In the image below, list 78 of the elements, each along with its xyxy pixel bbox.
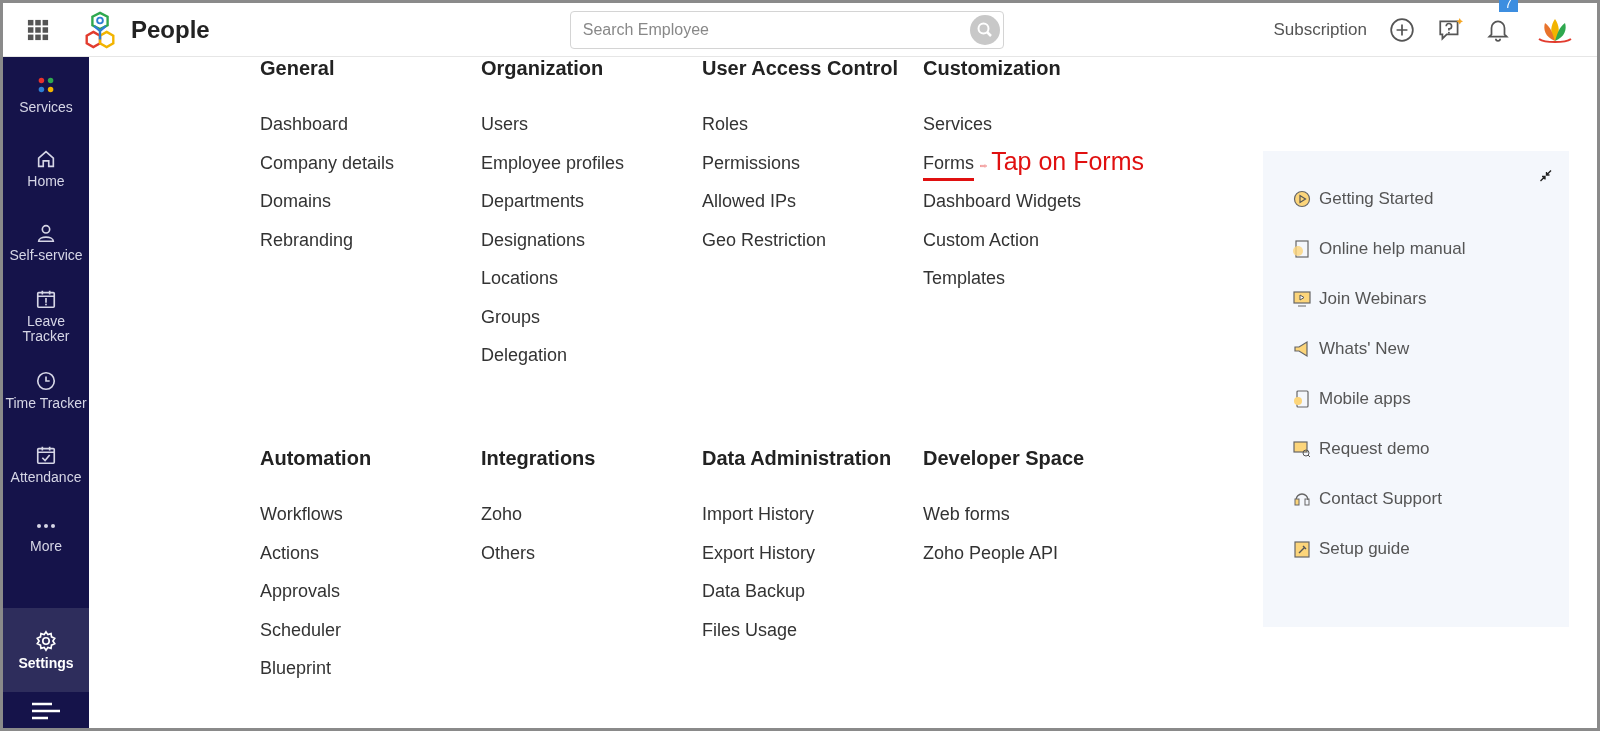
sidebar-item[interactable]: Time Tracker <box>3 353 89 427</box>
settings-link[interactable]: Data Backup <box>702 581 806 602</box>
settings-link[interactable]: Services <box>923 114 993 135</box>
settings-link[interactable]: Web forms <box>923 504 1010 525</box>
sidebar-item[interactable]: Self-service <box>3 205 89 279</box>
help-link[interactable]: Contact Support <box>1319 489 1442 509</box>
app-title: People <box>131 15 210 44</box>
annotation-text: Tap on Forms <box>991 146 1144 176</box>
help-link[interactable]: Setup guide <box>1319 539 1410 559</box>
calendar-alert-icon <box>35 288 57 310</box>
settings-link[interactable]: Dashboard Widgets <box>923 191 1082 212</box>
section-heading: Organization <box>481 57 605 80</box>
help-link[interactable]: Mobile apps <box>1319 389 1411 409</box>
sidebar-item[interactable]: More <box>3 501 89 575</box>
settings-link[interactable]: Employee profiles <box>481 152 625 174</box>
sidebar-item[interactable]: Settings <box>3 608 89 692</box>
settings-link[interactable]: Templates <box>923 268 1006 289</box>
settings-link[interactable]: Designations <box>481 229 586 251</box>
book-icon <box>1293 240 1311 258</box>
settings-link[interactable]: Dashboard <box>260 114 349 135</box>
settings-link[interactable]: Delegation <box>481 345 568 366</box>
settings-link[interactable]: Groups <box>481 306 541 328</box>
section-heading: Customization <box>923 57 1062 80</box>
add-icon[interactable] <box>1389 16 1415 43</box>
help-link[interactable]: Request demo <box>1319 439 1430 459</box>
search-field[interactable]: Search Employee <box>569 10 1004 49</box>
sidebar-item[interactable]: Home <box>3 131 89 205</box>
settings-link[interactable]: Users <box>481 114 528 135</box>
settings-link[interactable]: Rebranding <box>260 229 354 251</box>
headset-icon <box>1293 490 1311 508</box>
settings-link[interactable]: Company details <box>260 152 395 174</box>
help-link[interactable]: Join Webinars <box>1319 289 1427 309</box>
settings-link[interactable]: Forms <box>923 152 974 181</box>
subscription-link[interactable]: Subscription <box>1273 19 1367 40</box>
settings-link[interactable]: Departments <box>481 191 585 212</box>
help-link[interactable]: Online help manual <box>1319 239 1466 259</box>
settings-link[interactable]: Workflows <box>260 504 343 525</box>
settings-link[interactable]: Permissions <box>702 152 801 174</box>
settings-link[interactable]: Geo Restriction <box>702 229 827 251</box>
settings-link[interactable]: Import History <box>702 504 815 525</box>
section-heading: Integrations <box>481 447 597 470</box>
wrench-document-icon <box>1293 540 1311 558</box>
monitor-play-icon <box>1293 290 1311 308</box>
settings-link[interactable]: Allowed IPs <box>702 191 797 212</box>
sidebar-item[interactable]: Services <box>3 57 89 131</box>
play-circle-icon <box>1293 190 1311 208</box>
settings-icon <box>35 629 57 652</box>
more-icon <box>36 522 56 529</box>
help-link[interactable]: Whats' New <box>1319 339 1410 359</box>
section-heading: General <box>260 57 336 80</box>
sidebar-item[interactable]: Leave Tracker <box>3 279 89 353</box>
sidebar-item[interactable]: Attendance <box>3 427 89 501</box>
megaphone-icon <box>1293 340 1311 358</box>
settings-link[interactable]: Actions <box>260 542 320 564</box>
settings-link[interactable]: Roles <box>702 114 749 135</box>
section-heading: User Access Control <box>702 57 899 80</box>
settings-link[interactable]: Files Usage <box>702 619 798 641</box>
tablet-icon <box>1293 390 1311 408</box>
settings-link[interactable]: Domains <box>260 191 332 212</box>
settings-link[interactable]: Approvals <box>260 581 341 602</box>
section-heading: Automation <box>260 447 373 470</box>
settings-link[interactable]: Zoho People API <box>923 542 1059 564</box>
notification-badge: 7 <box>1499 0 1518 12</box>
settings-link[interactable]: Zoho <box>481 504 523 525</box>
settings-link[interactable]: Others <box>481 542 536 564</box>
settings-link[interactable]: Export History <box>702 542 816 564</box>
app-grid-icon[interactable] <box>27 18 49 41</box>
help-link[interactable]: Getting Started <box>1319 189 1434 209</box>
settings-link[interactable]: Scheduler <box>260 619 342 641</box>
menu-icon[interactable] <box>32 702 60 720</box>
presentation-search-icon <box>1293 440 1311 458</box>
clock-icon <box>35 369 57 392</box>
settings-link[interactable]: Custom Action <box>923 229 1040 251</box>
section-heading: Developer Space <box>923 447 1086 470</box>
settings-link[interactable]: Locations <box>481 268 559 289</box>
section-heading: Data Administration <box>702 447 893 470</box>
settings-link[interactable]: Blueprint <box>260 658 332 679</box>
help-chat-icon[interactable] <box>1437 16 1463 43</box>
